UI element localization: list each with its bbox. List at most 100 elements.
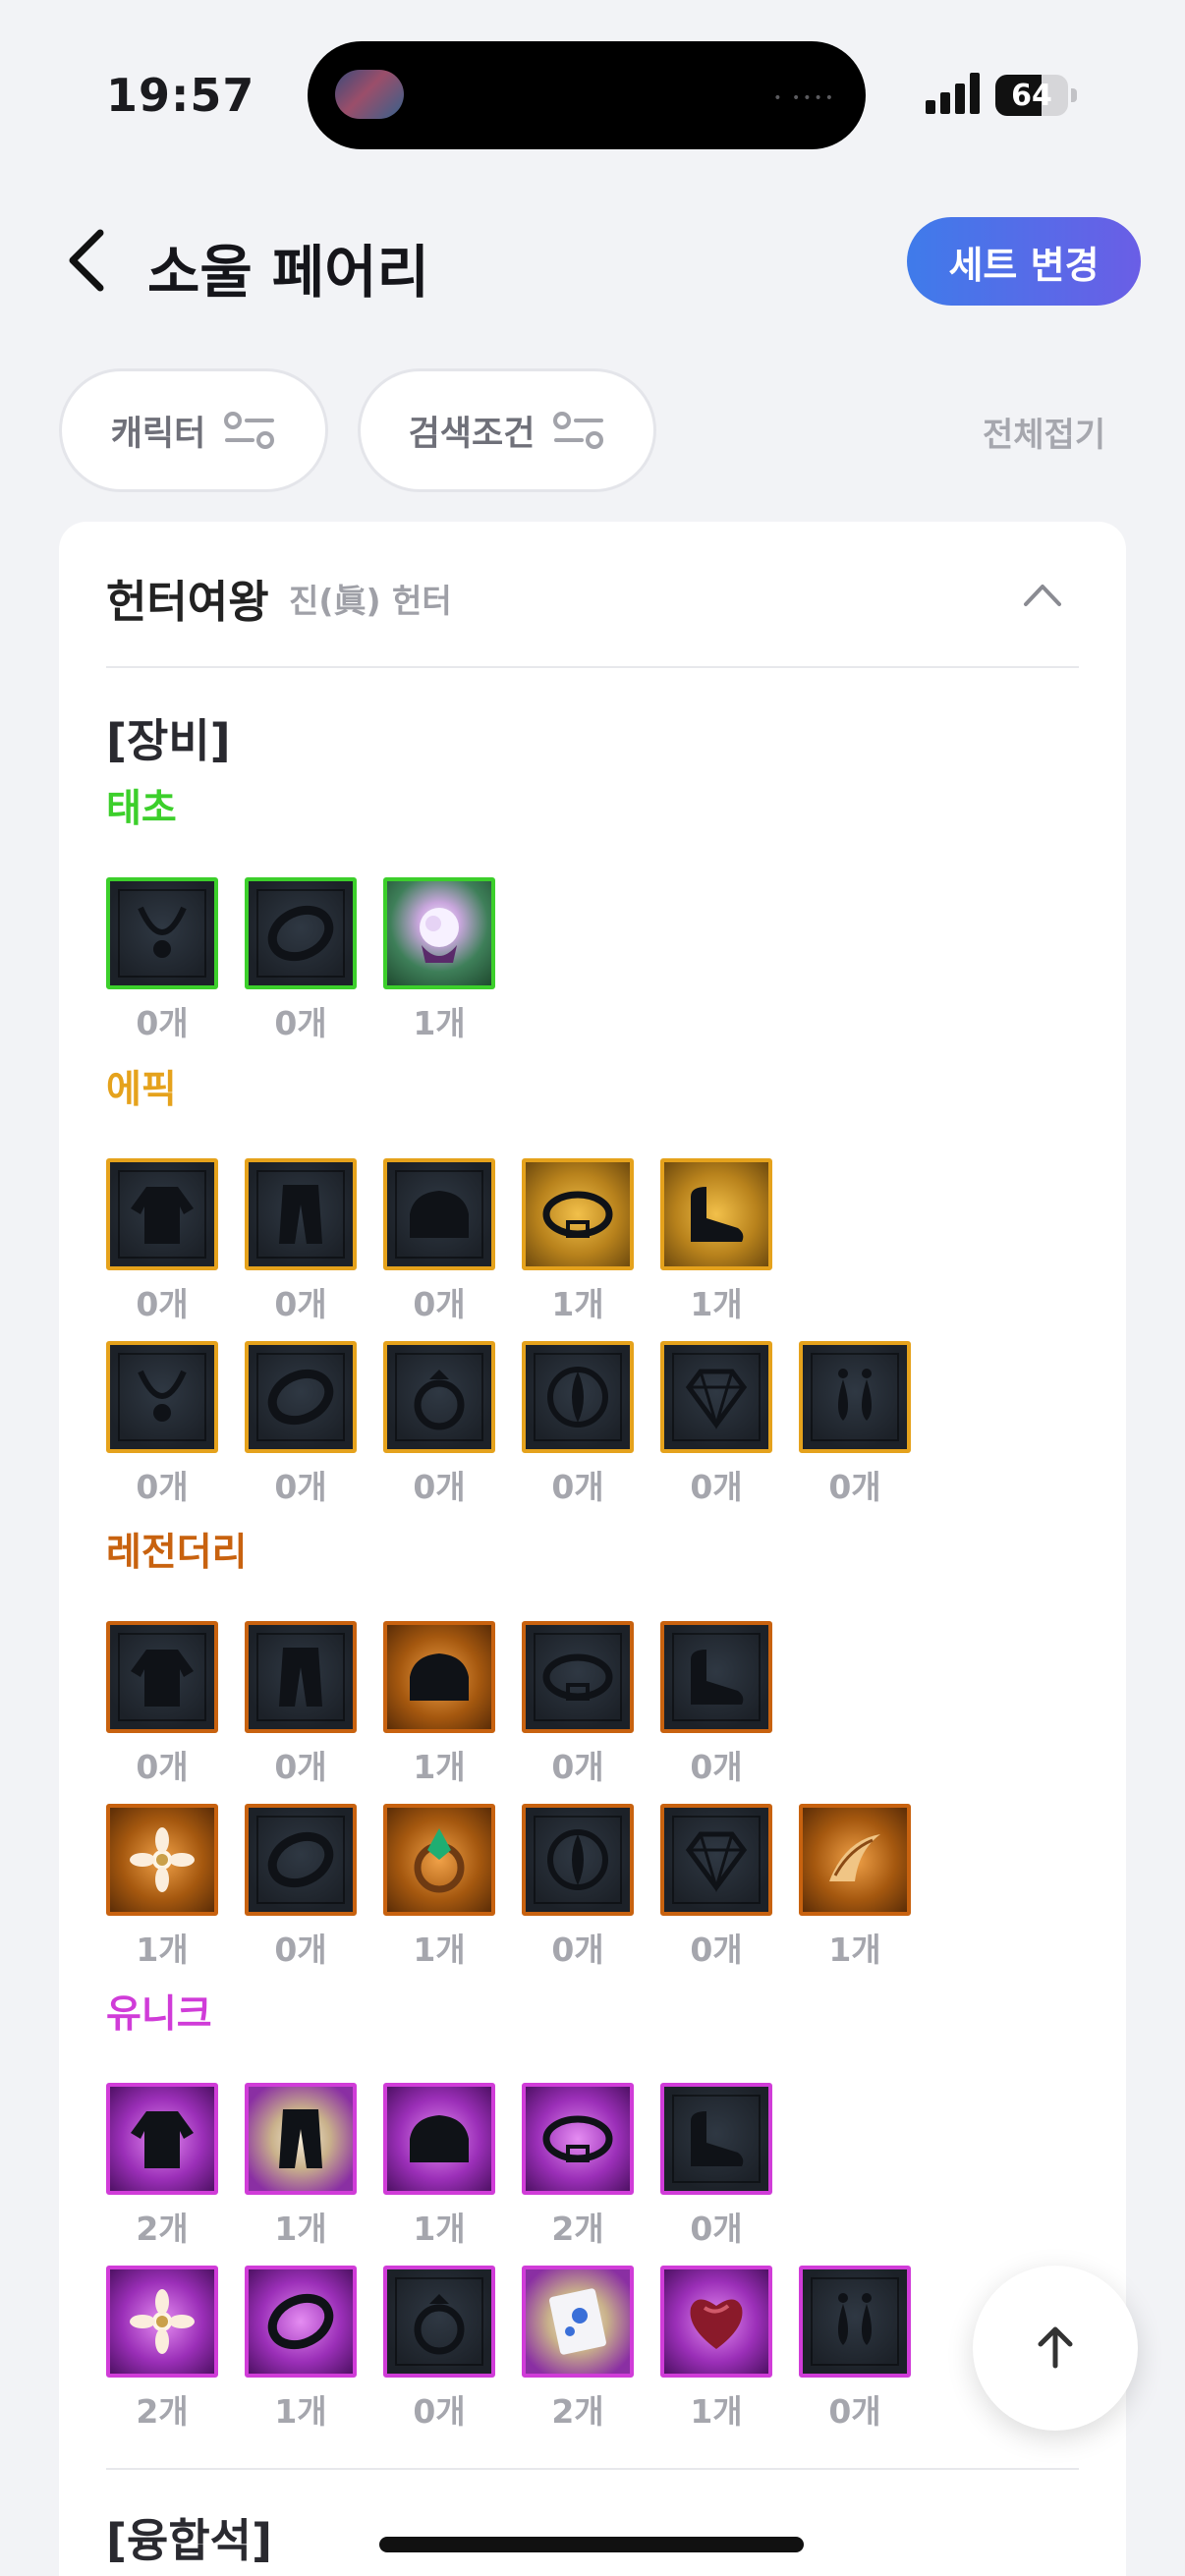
scroll-to-top-button[interactable] — [973, 2266, 1138, 2431]
equipment-slot[interactable]: 2개 — [522, 2083, 634, 2250]
gem-ring-icon — [387, 1808, 491, 1912]
equipment-slot[interactable]: 1개 — [383, 1621, 495, 1788]
item-count: 0개 — [551, 1468, 604, 1506]
equipment-slot[interactable]: 0개 — [106, 877, 218, 1044]
equipment-slot[interactable]: 2개 — [106, 2266, 218, 2433]
item-count: 2개 — [136, 2392, 189, 2431]
item-count: 0개 — [274, 1748, 327, 1786]
character-filter-chip[interactable]: 캐릭터 — [59, 368, 328, 492]
slot-frame — [106, 1621, 218, 1733]
item-count: 1개 — [551, 1285, 604, 1323]
slot-frame — [245, 1621, 357, 1733]
slot-frame — [799, 1341, 911, 1453]
equipment-slot[interactable]: 0개 — [106, 1341, 218, 1508]
top-armor-icon — [110, 1625, 214, 1729]
equipment-slot[interactable]: 1개 — [522, 1158, 634, 1325]
slot-frame — [660, 1621, 772, 1733]
equipment-slot[interactable]: 0개 — [106, 1158, 218, 1325]
equipment-slot[interactable]: 0개 — [106, 1621, 218, 1788]
item-count: 1개 — [413, 2210, 466, 2248]
equipment-slot[interactable]: 0개 — [799, 2266, 911, 2433]
slot-frame — [106, 2266, 218, 2378]
equipment-slot[interactable]: 2개 — [522, 2266, 634, 2433]
card-icon — [526, 2269, 630, 2374]
belt-icon — [526, 1162, 630, 1266]
item-count: 0개 — [413, 1285, 466, 1323]
search-condition-chip[interactable]: 검색조건 — [358, 368, 656, 492]
ring-icon — [387, 2269, 491, 2374]
equipment-slot[interactable]: 1개 — [660, 2266, 772, 2433]
page-title: 소울 페어리 — [147, 239, 429, 306]
slot-frame — [106, 1804, 218, 1916]
flower-necklace-icon — [110, 2269, 214, 2374]
item-count: 1개 — [136, 1931, 189, 1969]
bracelet-icon — [249, 1808, 353, 1912]
home-indicator[interactable] — [379, 2537, 804, 2552]
slot-frame — [522, 1158, 634, 1270]
equipment-slot[interactable]: 0개 — [522, 1621, 634, 1788]
shoes-icon — [664, 2087, 768, 2191]
equipment-slot[interactable]: 0개 — [522, 1341, 634, 1508]
equipment-slot[interactable]: 0개 — [245, 1621, 357, 1788]
equipment-slot[interactable]: 0개 — [383, 1341, 495, 1508]
equipment-slot[interactable]: 1개 — [245, 2266, 357, 2433]
item-count: 0개 — [690, 1931, 743, 1969]
equipment-slot[interactable]: 0개 — [245, 1341, 357, 1508]
bracelet-icon — [249, 1345, 353, 1449]
pants-icon — [249, 1162, 353, 1266]
magic-stone-icon — [664, 1808, 768, 1912]
ring-icon — [387, 1345, 491, 1449]
shoes-icon — [664, 1625, 768, 1729]
item-count: 0개 — [136, 1004, 189, 1042]
magic-stone-icon — [664, 1345, 768, 1449]
equipment-slot[interactable]: 0개 — [522, 1804, 634, 1971]
equipment-slot[interactable]: 1개 — [383, 877, 495, 1044]
equipment-slot[interactable]: 0개 — [383, 1158, 495, 1325]
back-button[interactable] — [59, 221, 118, 300]
item-count: 1개 — [828, 1931, 881, 1969]
item-count: 1개 — [690, 1285, 743, 1323]
soul-fairy-screen: 19:57 • •••• 64 소울 페어리 세트 변경 캐릭터 검색조건 전체… — [0, 0, 1185, 2576]
equipment-slot[interactable]: 0개 — [245, 1804, 357, 1971]
slot-frame — [660, 1341, 772, 1453]
item-count: 1개 — [413, 1931, 466, 1969]
set-change-button[interactable]: 세트 변경 — [907, 217, 1141, 306]
item-count: 2개 — [551, 2210, 604, 2248]
equipment-slot[interactable]: 0개 — [245, 877, 357, 1044]
belt-icon — [526, 2087, 630, 2191]
slot-frame — [522, 1341, 634, 1453]
equipment-slot[interactable]: 1개 — [383, 1804, 495, 1971]
equipment-slot[interactable]: 0개 — [660, 2083, 772, 2250]
equipment-slot[interactable]: 0개 — [660, 1341, 772, 1508]
item-count: 0개 — [551, 1931, 604, 1969]
top-armor-icon — [110, 2087, 214, 2191]
chevron-up-icon[interactable] — [1020, 575, 1065, 614]
signal-icon — [926, 73, 981, 114]
shoulder-icon — [387, 2087, 491, 2191]
item-count: 0개 — [136, 1748, 189, 1786]
equipment-slot[interactable]: 0개 — [660, 1621, 772, 1788]
item-count: 0개 — [274, 1468, 327, 1506]
support-icon — [526, 1345, 630, 1449]
slot-frame — [245, 877, 357, 989]
equipment-slot[interactable]: 1개 — [383, 2083, 495, 2250]
slot-frame — [245, 1804, 357, 1916]
dynamic-island[interactable]: • •••• — [308, 41, 866, 149]
equipment-slot[interactable]: 2개 — [106, 2083, 218, 2250]
slot-frame — [660, 2266, 772, 2378]
equipment-slot[interactable]: 0개 — [383, 2266, 495, 2433]
equipment-slot[interactable]: 1개 — [799, 1804, 911, 1971]
item-count: 0개 — [551, 1748, 604, 1786]
item-count: 0개 — [690, 2210, 743, 2248]
collapse-all-link[interactable]: 전체접기 — [983, 408, 1105, 456]
item-count: 0개 — [828, 1468, 881, 1506]
equipment-slot[interactable]: 0개 — [245, 1158, 357, 1325]
equipment-slot[interactable]: 0개 — [660, 1804, 772, 1971]
slot-frame — [245, 2083, 357, 2195]
equipment-slot[interactable]: 0개 — [799, 1341, 911, 1508]
section-divider — [106, 2468, 1079, 2470]
equipment-slot[interactable]: 1개 — [245, 2083, 357, 2250]
slot-frame — [383, 1804, 495, 1916]
equipment-slot[interactable]: 1개 — [660, 1158, 772, 1325]
equipment-slot[interactable]: 1개 — [106, 1804, 218, 1971]
